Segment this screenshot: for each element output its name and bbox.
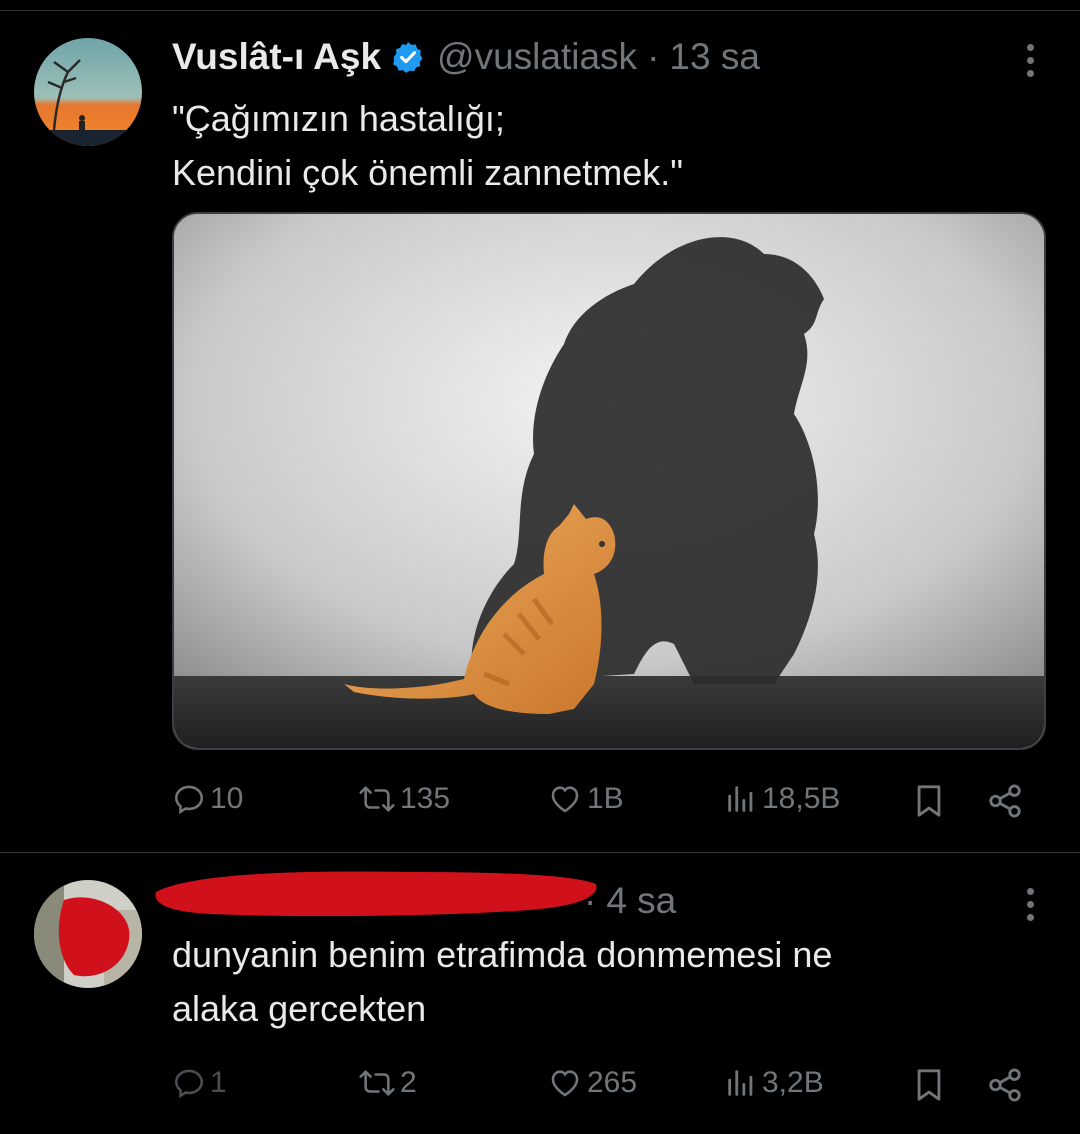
redacted-author-name <box>150 866 600 920</box>
top-divider <box>0 10 1080 11</box>
reply-repost-count: 2 <box>400 1066 417 1099</box>
like-icon <box>551 1070 579 1097</box>
author-handle[interactable]: @vuslatiask <box>437 36 637 78</box>
reply-icon <box>174 785 204 815</box>
bookmark-icon <box>917 1069 941 1101</box>
tweet-divider <box>0 852 1080 853</box>
reply-like-button[interactable]: 265 <box>547 1066 637 1100</box>
cat-lion-shadow-image <box>174 214 1044 748</box>
reply-button[interactable]: 10 <box>172 782 243 816</box>
reply-views-button[interactable]: 3,2B <box>724 1066 824 1100</box>
reply-like-count: 265 <box>587 1066 638 1099</box>
views-button[interactable]: 18,5B <box>724 782 840 816</box>
repost-count: 135 <box>400 782 451 815</box>
reply-time[interactable]: 4 sa <box>606 880 676 922</box>
separator-dot: · <box>647 36 660 77</box>
like-count: 1B <box>587 782 624 815</box>
reply-reply-count: 1 <box>210 1066 227 1099</box>
tweet-header: Vuslât-ı Aşk @vuslatiask · 13 sa <box>172 36 760 78</box>
reply-icon <box>174 1069 204 1099</box>
reply-text: dunyanin benim etrafimda donmemesi ne al… <box>172 934 833 1029</box>
author-avatar[interactable] <box>34 38 142 146</box>
views-icon <box>728 1070 753 1096</box>
like-icon <box>551 786 579 813</box>
reply-author-avatar[interactable] <box>34 880 142 988</box>
repost-icon <box>359 1070 395 1096</box>
author-name[interactable]: Vuslât-ı Aşk <box>172 36 381 78</box>
bookmark-button[interactable] <box>912 782 946 820</box>
reply-separator-dot: · <box>584 880 597 921</box>
reply-reply-button[interactable]: 1 <box>172 1066 227 1100</box>
reply-actions: 1 2 265 3,2B <box>172 1060 1032 1110</box>
reply-bookmark-button[interactable] <box>912 1066 946 1104</box>
share-icon <box>989 784 1021 818</box>
bookmark-icon <box>917 785 941 817</box>
repost-icon <box>359 786 395 812</box>
repost-button[interactable]: 135 <box>358 782 450 816</box>
reply-count: 10 <box>210 782 244 815</box>
reply-share-button[interactable] <box>986 1066 1024 1104</box>
reply-view-count: 3,2B <box>762 1066 824 1099</box>
reply-repost-button[interactable]: 2 <box>358 1066 417 1100</box>
share-icon <box>989 1068 1021 1102</box>
like-button[interactable]: 1B <box>547 782 624 816</box>
tweet-actions: 10 135 1B 18,5B <box>172 776 1032 826</box>
tweet-image[interactable] <box>172 212 1046 750</box>
share-button[interactable] <box>986 782 1024 820</box>
reply-header: · 4 sa <box>584 880 676 922</box>
reply-more-icon[interactable] <box>1024 888 1036 921</box>
tweet-time[interactable]: 13 sa <box>669 36 760 78</box>
verified-badge-icon[interactable] <box>391 40 425 74</box>
tweet-text: "Çağımızın hastalığı; Kendini çok önemli… <box>172 98 684 193</box>
view-count: 18,5B <box>762 782 841 815</box>
views-icon <box>728 786 753 812</box>
more-icon[interactable] <box>1024 44 1036 77</box>
